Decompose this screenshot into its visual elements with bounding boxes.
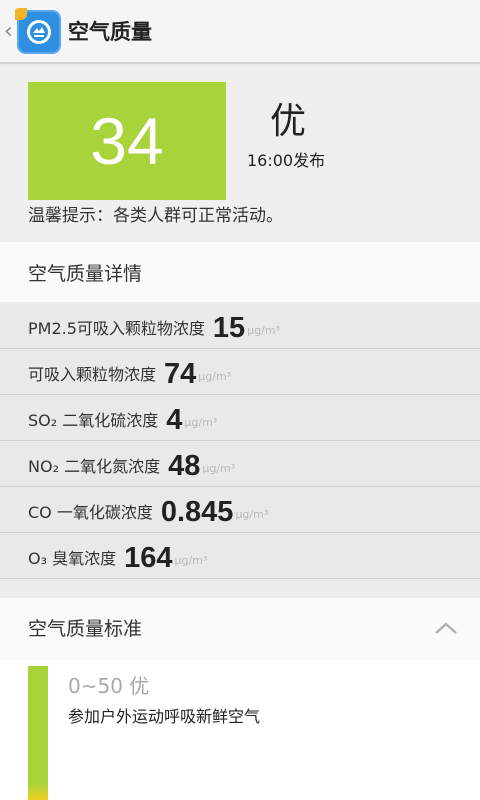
standard-title: 空气质量标准 bbox=[28, 618, 143, 640]
aqi-value-box: 34 bbox=[28, 82, 226, 200]
pollutant-unit: μg/m³ bbox=[235, 508, 269, 521]
health-tip: 温馨提示：各类人群可正常活动。 bbox=[28, 206, 283, 226]
standard-content: 0~50 优 参加户外运动呼吸新鲜空气 bbox=[0, 660, 480, 800]
pollutant-unit: μg/m³ bbox=[184, 416, 218, 429]
logo-emblem-icon bbox=[27, 20, 51, 44]
back-arrow-icon[interactable]: ‹ bbox=[4, 18, 13, 46]
pollutant-unit: μg/m³ bbox=[174, 554, 208, 567]
pollutant-value: 4 bbox=[166, 404, 183, 436]
app-logo-icon[interactable] bbox=[15, 8, 61, 54]
page-title: 空气质量 bbox=[68, 20, 152, 44]
pollutant-row-no2: NO₂ 二氧化氮浓度 48 μg/m³ bbox=[0, 442, 480, 487]
pollutant-row-o3: O₃ 臭氧浓度 164 μg/m³ bbox=[0, 534, 480, 579]
details-section-header: 空气质量详情 bbox=[0, 242, 480, 302]
pollutant-name: NO₂ 二氧化氮浓度 bbox=[28, 457, 161, 476]
pollutant-unit: μg/m³ bbox=[198, 370, 232, 383]
pollutant-row-pm25: PM2.5可吸入颗粒物浓度 15 μg/m³ bbox=[0, 304, 480, 349]
aqi-level: 优 bbox=[270, 101, 307, 142]
pollutant-value: 0.845 bbox=[160, 496, 234, 528]
details-title: 空气质量详情 bbox=[28, 263, 143, 285]
pollutant-row-so2: SO₂ 二氧化硫浓度 4 μg/m³ bbox=[0, 396, 480, 441]
publish-time: 16:00发布 bbox=[247, 151, 326, 170]
pollutant-value: 74 bbox=[164, 358, 197, 390]
pollutant-row-pm10: 可吸入颗粒物浓度 74 μg/m³ bbox=[0, 350, 480, 395]
pollutant-name: O₃ 臭氧浓度 bbox=[28, 549, 117, 568]
pollutant-row-co: CO 一氧化碳浓度 0.845 μg/m³ bbox=[0, 488, 480, 533]
next-level-color-bar bbox=[28, 784, 48, 800]
pollutant-name: 可吸入颗粒物浓度 bbox=[28, 365, 157, 384]
pollutant-name: CO 一氧化碳浓度 bbox=[28, 503, 153, 522]
pollutant-value: 48 bbox=[168, 450, 201, 482]
pollutant-unit: μg/m³ bbox=[202, 462, 236, 475]
level-range: 0~50 优 bbox=[68, 674, 150, 698]
pollutant-value: 164 bbox=[124, 542, 173, 574]
action-bar: ‹ 空气质量 bbox=[0, 0, 480, 64]
standard-section-header[interactable]: 空气质量标准 bbox=[0, 598, 480, 660]
aqi-summary: 34 优 16:00发布 温馨提示：各类人群可正常活动。 bbox=[0, 66, 480, 240]
level-description: 参加户外运动呼吸新鲜空气 bbox=[68, 707, 261, 726]
level-color-bar bbox=[28, 666, 48, 800]
chevron-up-icon[interactable] bbox=[434, 620, 458, 636]
pollutant-name: PM2.5可吸入颗粒物浓度 bbox=[28, 319, 205, 338]
pollutant-unit: μg/m³ bbox=[247, 324, 280, 337]
pollutant-value: 15 bbox=[212, 312, 246, 344]
pollutant-name: SO₂ 二氧化硫浓度 bbox=[28, 411, 159, 430]
